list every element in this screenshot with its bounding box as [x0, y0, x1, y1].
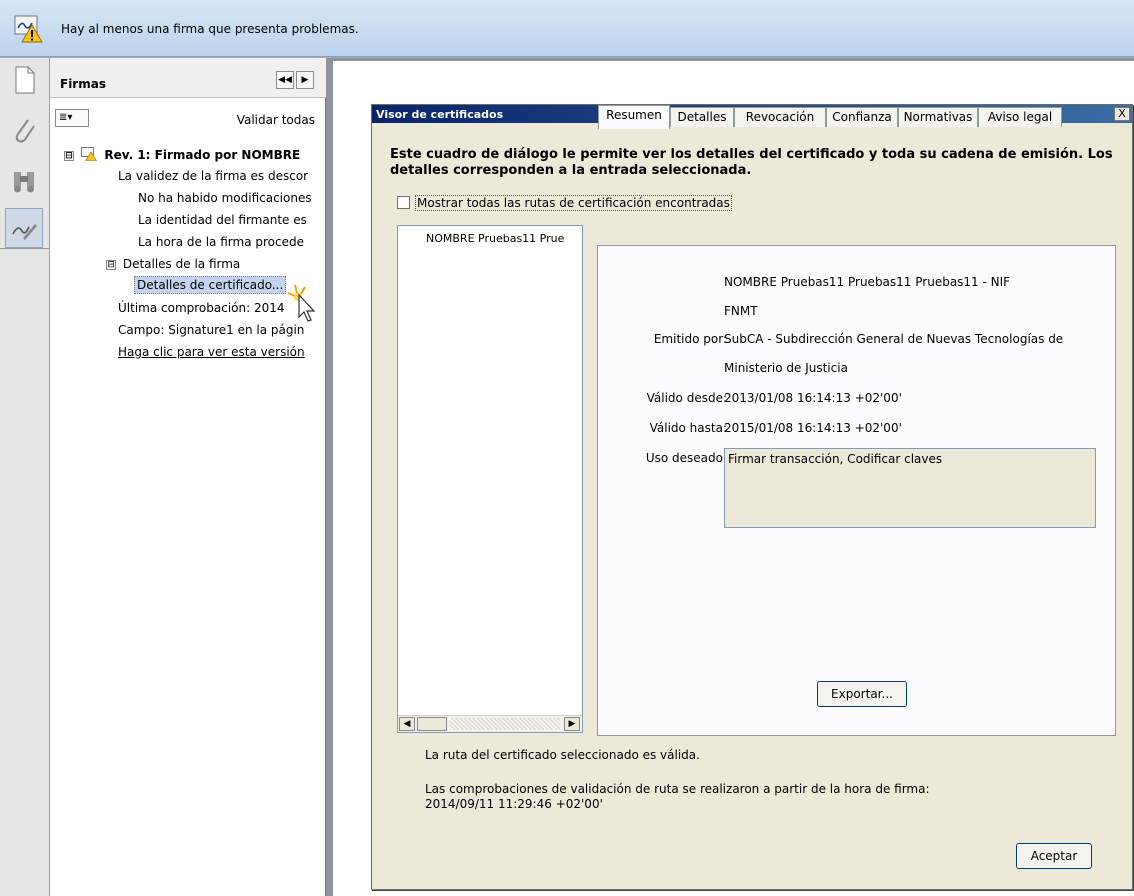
tree-item-last-check[interactable]: Última comprobación: 2014 [118, 301, 285, 315]
valid-to-label: Válido hasta: [649, 421, 727, 435]
tree-item-certificate-details[interactable]: Detalles de certificado... [134, 276, 287, 294]
certificate-viewer-dialog: Visor de certificados X Este cuadro de d… [371, 104, 1133, 890]
intended-use-field[interactable]: Firmar transacción, Codificar claves [724, 448, 1096, 528]
path-check-line1: Las comprobaciones de validación de ruta… [425, 782, 930, 796]
scroll-left-button[interactable]: ◀ [399, 717, 415, 731]
signatures-tool-button[interactable] [5, 208, 43, 248]
intended-use-value: Firmar transacción, Codificar claves [728, 452, 943, 466]
tree-item-signing-time[interactable]: La hora de la firma procede [138, 235, 304, 249]
dialog-title: Visor de certificados [376, 108, 504, 121]
scroll-thumb[interactable] [417, 717, 447, 731]
certificate-subject: NOMBRE Pruebas11 Pruebas11 Pruebas11 - N… [724, 275, 1011, 289]
tree-item-signer-identity[interactable]: La identidad del firmante es [138, 213, 307, 227]
close-icon: X [1118, 107, 1126, 120]
summary-panel: NOMBRE Pruebas11 Pruebas11 Pruebas11 - N… [597, 245, 1116, 736]
path-check-status: Las comprobaciones de validación de ruta… [425, 782, 1085, 812]
tree-item-label: Detalles de certificado... [134, 276, 287, 294]
tree-item-label: Detalles de la firma [122, 257, 241, 271]
signatures-panel: Firmas ◀◀ ▶ ≣▾ Validar todas ⊟ Rev. 1: F… [50, 58, 331, 896]
horizontal-scrollbar[interactable]: ◀ ▶ [398, 715, 582, 732]
tree-item-validity[interactable]: La validez de la firma es descor [118, 169, 308, 183]
navigation-toolbar [0, 58, 50, 896]
tree-item-label: No ha habido modificaciones [138, 191, 312, 205]
tree-item-label: La validez de la firma es descor [118, 169, 309, 183]
expand-panel-button[interactable]: ▶ [296, 71, 314, 89]
tree-item-label: La identidad del firmante es [138, 213, 307, 227]
tree-item-label: Haga clic para ver esta versión [118, 345, 305, 359]
signature-pen-icon [12, 224, 37, 240]
signature-status-bar: Hay al menos una firma que presenta prob… [0, 0, 1134, 57]
attachment-icon[interactable] [8, 114, 40, 146]
valid-from-value: 2013/01/08 16:14:13 +02'00' [724, 391, 902, 405]
scroll-track[interactable] [450, 718, 560, 730]
close-button[interactable]: X [1114, 107, 1130, 121]
arrow-right-icon: ▶ [568, 719, 576, 729]
show-all-paths-checkbox[interactable] [397, 196, 410, 209]
certificate-subject-org: FNMT [724, 304, 758, 318]
tree-item-label: La hora de la firma procede [138, 235, 304, 249]
collapse-toggle-icon[interactable]: ⊟ [64, 150, 74, 161]
issued-by-label: Emitido por: [653, 332, 727, 346]
tree-item-view-version-link[interactable]: Haga clic para ver esta versión [118, 345, 305, 359]
tab-details[interactable]: Detalles [670, 107, 734, 127]
tab-revocation[interactable]: Revocación [734, 107, 826, 127]
tree-item-field[interactable]: Campo: Signature1 en la págin [118, 323, 304, 337]
signatures-panel-header: Firmas ◀◀ ▶ [50, 58, 326, 98]
tab-summary[interactable]: Resumen [598, 105, 670, 129]
tab-policies[interactable]: Normativas [898, 107, 978, 127]
arrow-left-icon: ◀ [403, 719, 411, 729]
accept-button[interactable]: Aceptar [1016, 843, 1092, 869]
path-valid-status: La ruta del certificado seleccionado es … [425, 748, 700, 762]
path-check-time: 2014/09/11 11:29:46 +02'00' [425, 797, 603, 811]
certificate-chain-list[interactable]: NOMBRE Pruebas11 Prue ◀ ▶ [397, 225, 583, 733]
tree-item-signature-details[interactable]: ⊟ Detalles de la firma [106, 257, 240, 271]
signatures-panel-title: Firmas [60, 77, 106, 91]
export-button[interactable]: Exportar... [817, 681, 907, 707]
validate-all-button[interactable]: Validar todas [237, 113, 315, 127]
show-all-paths-label[interactable]: Mostrar todas las rutas de certificación… [415, 195, 732, 211]
list-options-icon: ≣▾ [59, 112, 73, 123]
collapse-toggle-icon[interactable]: ⊟ [106, 259, 116, 270]
collapse-panel-button[interactable]: ◀◀ [276, 71, 294, 89]
dialog-intro-text: Este cuadro de diálogo le permite ver lo… [390, 147, 1113, 178]
pages-icon[interactable] [8, 64, 40, 96]
mouse-cursor-icon [287, 284, 316, 322]
chevron-right-icon: ▶ [301, 75, 309, 85]
tree-item-label: Última comprobación: 2014 [118, 301, 285, 315]
tab-legal-notice[interactable]: Aviso legal [978, 107, 1062, 127]
tree-item-label: Rev. 1: Firmado por NOMBRE [104, 148, 301, 162]
tree-item-modifications[interactable]: No ha habido modificaciones [138, 191, 312, 205]
tree-item-revision[interactable]: ⊟ Rev. 1: Firmado por NOMBRE [64, 147, 300, 162]
signature-status-message: Hay al menos una firma que presenta prob… [61, 22, 359, 36]
intended-use-label: Uso deseado: [645, 451, 727, 465]
tab-trust[interactable]: Confianza [826, 107, 898, 127]
issued-by-value: SubCA - Subdirección General de Nuevas T… [724, 332, 1064, 346]
valid-from-label: Válido desde: [646, 391, 727, 405]
toolbar-divider [0, 248, 50, 249]
valid-to-value: 2015/01/08 16:14:13 +02'00' [724, 421, 902, 435]
certificate-list-item[interactable]: NOMBRE Pruebas11 Prue [426, 232, 582, 245]
scroll-right-button[interactable]: ▶ [564, 717, 580, 731]
signature-warning-icon [14, 15, 43, 43]
options-menu-button[interactable]: ≣▾ [55, 109, 89, 127]
signature-warning-icon [81, 147, 98, 161]
binoculars-icon[interactable] [8, 164, 40, 196]
issued-by-org: Ministerio de Justicia [724, 361, 848, 375]
tree-item-label: Campo: Signature1 en la págin [118, 323, 305, 337]
double-chevron-left-icon: ◀◀ [278, 75, 292, 85]
signature-tree: ⊟ Rev. 1: Firmado por NOMBRE La validez … [50, 143, 318, 896]
